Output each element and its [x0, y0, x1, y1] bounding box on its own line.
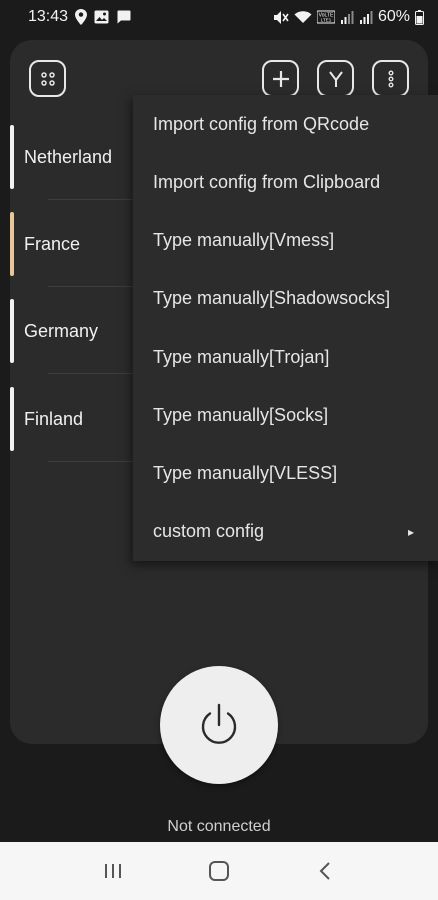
- divider: [48, 461, 138, 462]
- menu-item-label: Type manually[Socks]: [153, 404, 329, 425]
- filter-button[interactable]: [317, 60, 354, 97]
- more-options-button[interactable]: [372, 60, 409, 97]
- menu-item-label: Import config from QRcode: [153, 113, 370, 134]
- recents-button[interactable]: [93, 851, 133, 891]
- add-config-button[interactable]: [262, 60, 299, 97]
- submenu-arrow-icon: ▸: [407, 524, 414, 539]
- svg-text:LTE1: LTE1: [321, 18, 332, 23]
- more-vertical-icon: [387, 70, 393, 87]
- menu-item-custom-config[interactable]: custom config ▸: [133, 503, 438, 561]
- menu-item-label: Type manually[Trojan]: [153, 346, 330, 367]
- volte-icon: VoLTE LTE1: [316, 10, 335, 24]
- menu-item-type-trojan[interactable]: Type manually[Trojan]: [133, 328, 438, 386]
- menu-item-import-clipboard[interactable]: Import config from Clipboard: [133, 153, 438, 211]
- y-filter-icon: [328, 70, 343, 87]
- server-indicator-selected: [10, 212, 14, 276]
- mute-icon: [273, 10, 289, 25]
- server-item-germany[interactable]: Germany: [10, 299, 140, 363]
- battery-icon: [415, 9, 424, 25]
- image-icon: [94, 10, 109, 24]
- menu-item-type-vmess[interactable]: Type manually[Vmess]: [133, 212, 438, 270]
- server-indicator: [10, 299, 14, 363]
- menu-item-type-shadowsocks[interactable]: Type manually[Shadowsocks]: [133, 270, 438, 328]
- server-indicator: [10, 125, 14, 189]
- menu-item-label: custom config: [153, 521, 265, 542]
- signal-icon-2: [359, 10, 373, 24]
- add-config-menu: Import config from QRcode Import config …: [133, 95, 438, 561]
- power-icon: [201, 703, 237, 744]
- menu-item-type-vless[interactable]: Type manually[VLESS]: [133, 445, 438, 503]
- menu-item-type-socks[interactable]: Type manually[Socks]: [133, 386, 438, 444]
- back-button[interactable]: [305, 851, 345, 891]
- server-label: Finland: [24, 408, 84, 429]
- status-bar: 13:43 VoLTE LTE1 60%: [0, 0, 438, 34]
- location-pin-icon: [75, 9, 88, 25]
- server-label: Germany: [24, 320, 99, 341]
- divider: [48, 373, 138, 374]
- server-item-netherland[interactable]: Netherland: [10, 125, 140, 189]
- signal-icon: [340, 10, 354, 24]
- menu-grid-button[interactable]: [29, 60, 66, 97]
- plus-icon: [272, 70, 289, 87]
- home-button[interactable]: [199, 851, 239, 891]
- wifi-icon: [294, 10, 312, 24]
- status-bar-right: VoLTE LTE1 60%: [273, 8, 424, 26]
- menu-item-import-qrcode[interactable]: Import config from QRcode: [133, 95, 438, 153]
- message-icon: [116, 10, 131, 24]
- server-label: Netherland: [24, 146, 113, 167]
- server-label: France: [24, 233, 81, 254]
- divider: [48, 286, 138, 287]
- navigation-bar: [0, 842, 438, 900]
- clock: 13:43: [28, 8, 69, 25]
- divider: [48, 199, 138, 200]
- menu-item-label: Type manually[VLESS]: [153, 463, 338, 484]
- connection-status: Not connected: [167, 818, 271, 835]
- server-indicator: [10, 387, 14, 451]
- menu-item-label: Type manually[Shadowsocks]: [153, 288, 391, 309]
- menu-item-label: Import config from Clipboard: [153, 171, 381, 192]
- connect-button[interactable]: [160, 666, 278, 784]
- status-bar-left: 13:43: [28, 8, 131, 26]
- server-item-france[interactable]: France: [10, 212, 140, 276]
- recents-icon: [105, 864, 121, 878]
- back-icon: [319, 862, 330, 880]
- grid-dots-icon: [40, 71, 55, 86]
- battery-percentage: 60%: [377, 8, 410, 25]
- server-item-finland[interactable]: Finland: [10, 387, 140, 451]
- menu-item-label: Type manually[Vmess]: [153, 230, 335, 251]
- home-icon: [209, 861, 229, 881]
